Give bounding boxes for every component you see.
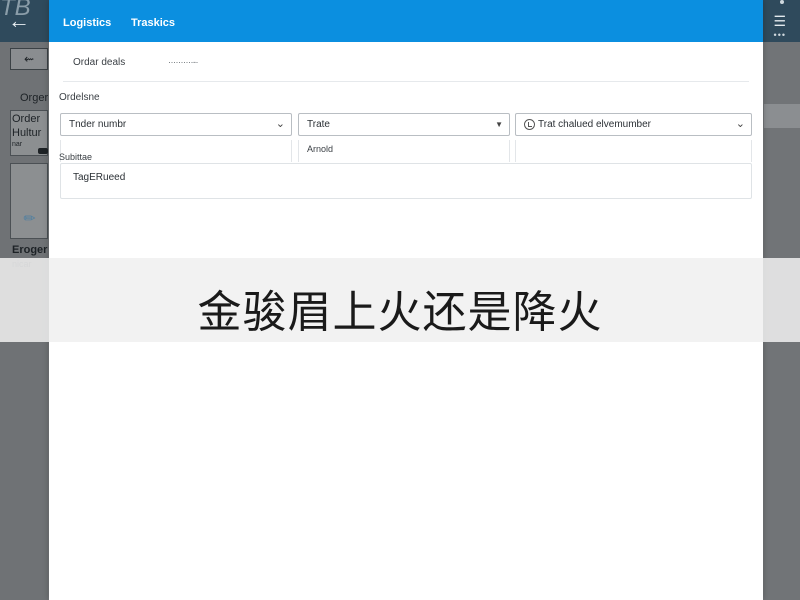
more-dots-icon[interactable]: ••• bbox=[774, 30, 786, 40]
background-attachment-card[interactable] bbox=[10, 163, 48, 239]
dropdown-panel-1 bbox=[60, 140, 292, 162]
trate-select-value: Trate bbox=[307, 119, 330, 130]
background-card-line-1: Order bbox=[12, 113, 41, 125]
modal-header: Logistics Traskics bbox=[49, 0, 763, 42]
notification-dot-icon bbox=[780, 0, 784, 4]
chevron-down-icon: ⌄ bbox=[275, 118, 285, 130]
background-right-band bbox=[764, 104, 800, 128]
caret-down-icon: ▼ bbox=[495, 120, 503, 129]
back-arrow-icon[interactable]: ← bbox=[8, 8, 30, 34]
background-heading: Orger bbox=[20, 92, 49, 104]
background-card-line-3: nar bbox=[12, 141, 23, 148]
background-bottom-title: Eroger bbox=[12, 244, 48, 256]
status-number-select[interactable]: Trat chalued elvemumber ⌄ bbox=[515, 113, 752, 136]
status-number-select-value: Trat chalued elvemumber bbox=[538, 119, 652, 130]
background-badge bbox=[38, 148, 48, 154]
order-details-value: ··········-· bbox=[168, 57, 198, 67]
submit-label: Subittae bbox=[59, 152, 93, 162]
tab-traskics[interactable]: Traskics bbox=[131, 17, 175, 29]
section-label: Ordelsne bbox=[59, 92, 100, 103]
tab-logistics[interactable]: Logistics bbox=[63, 17, 111, 29]
tracking-number-select-value: Tnder numbr bbox=[69, 119, 127, 130]
dropdown-panel-3 bbox=[515, 140, 752, 162]
background-card-line-2: Hultur bbox=[12, 127, 42, 139]
tracking-number-select[interactable]: Tnder numbr ⌄ bbox=[60, 113, 292, 136]
text-input-value: TagERueed bbox=[73, 172, 126, 183]
background-action-button[interactable]: ⇜ bbox=[10, 48, 48, 70]
chevron-down-icon: ⌄ bbox=[735, 118, 745, 130]
dropdown-option[interactable]: Arnold bbox=[307, 144, 333, 154]
order-details-label: Ordar deals bbox=[73, 57, 126, 68]
clock-icon bbox=[524, 119, 535, 130]
watermark-text: 金骏眉上火还是降火 bbox=[197, 287, 603, 338]
trate-select[interactable]: Trate ▼ bbox=[298, 113, 510, 136]
topbar-right-icons: ☰ ••• bbox=[766, 0, 790, 42]
text-input-area[interactable]: TagERueed bbox=[60, 163, 752, 199]
order-details-row: Ordar deals ··········-· bbox=[63, 44, 749, 82]
hamburger-menu-icon[interactable]: ☰ bbox=[773, 14, 786, 28]
